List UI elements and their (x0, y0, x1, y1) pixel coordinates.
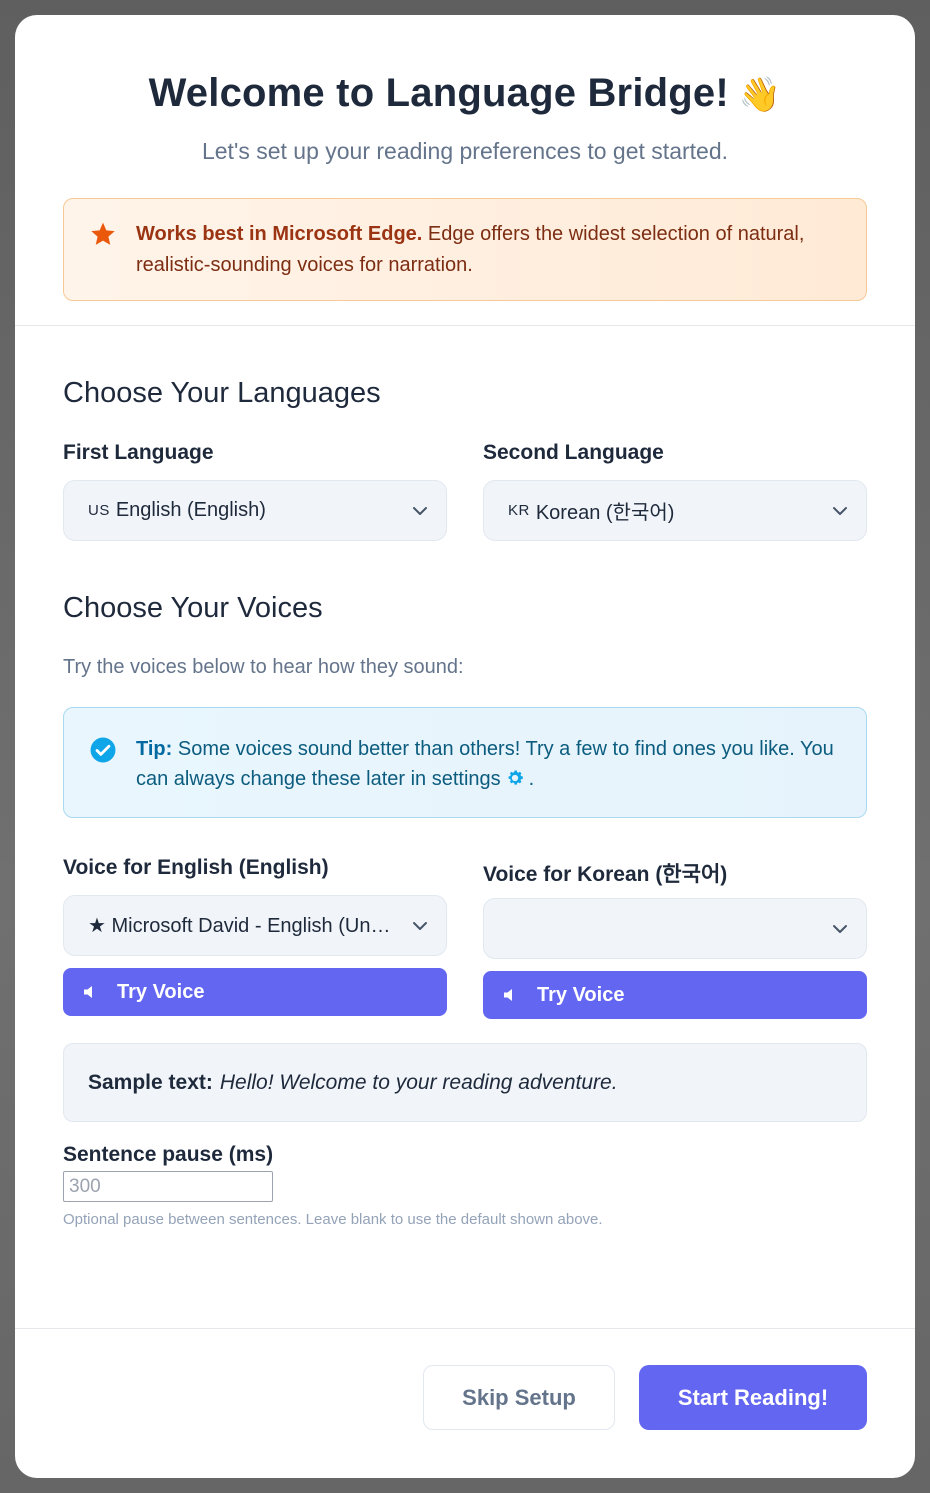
sample-text-value: Hello! Welcome to your reading adventure… (219, 1070, 618, 1094)
first-language-value: English (English) (115, 499, 266, 521)
kr-flag-icon: KR (508, 502, 530, 519)
modal-header: Welcome to Language Bridge! 👋 Let's set u… (15, 15, 915, 326)
sentence-pause-hint: Optional pause between sentences. Leave … (63, 1211, 603, 1228)
tip-box: Tip: Some voices sound better than other… (63, 707, 867, 818)
second-language-select[interactable]: KR Korean (한국어) (483, 480, 867, 541)
tip-bold: Tip: (136, 738, 173, 760)
tip-text: Some voices sound better than others! Tr… (136, 738, 834, 790)
star-icon (91, 222, 115, 245)
page-title: Welcome to Language Bridge! 👋 (15, 71, 915, 116)
us-flag-icon: US (88, 502, 110, 519)
page-subtitle: Let's set up your reading preferences to… (201, 138, 729, 164)
gear-icon[interactable] (505, 768, 525, 788)
try-voice-label: Try Voice (537, 983, 625, 1006)
waving-hand-icon: 👋 (738, 76, 782, 114)
notice-bold: Works best in Microsoft Edge. (136, 223, 423, 245)
first-language-label: First Language (63, 441, 214, 464)
korean-voice-label: Voice for Korean (한국어) (483, 863, 728, 886)
sample-text-box: Sample text: Hello! Welcome to your read… (63, 1043, 867, 1122)
voices-helper-text: Try the voices below to hear how they so… (63, 656, 464, 678)
browser-notice: Works best in Microsoft Edge. Edge offer… (63, 198, 867, 301)
sentence-pause-input[interactable] (63, 1171, 273, 1202)
chevron-down-icon (833, 506, 847, 515)
english-voice-value: ★ Microsoft David - English (United Stat… (88, 915, 394, 937)
sample-text-bold: Sample text: (88, 1070, 213, 1094)
second-language-label: Second Language (483, 441, 664, 464)
chevron-down-icon (413, 921, 427, 930)
sentence-pause-label: Sentence pause (ms) (63, 1143, 274, 1166)
korean-voice-select[interactable] (483, 898, 867, 959)
chevron-down-icon (413, 506, 427, 515)
speaker-icon (84, 986, 92, 998)
english-voice-label: Voice for English (English) (63, 856, 329, 879)
chevron-down-icon (833, 924, 847, 933)
footer-divider (15, 1328, 915, 1329)
speaker-icon (504, 989, 512, 1001)
check-circle-icon (90, 737, 116, 763)
onboarding-modal: Welcome to Language Bridge! 👋 Let's set u… (15, 15, 915, 1478)
tip-text-end: . (528, 768, 535, 790)
first-language-select[interactable]: US English (English) (63, 480, 447, 541)
start-reading-button[interactable]: Start Reading! (639, 1365, 867, 1430)
english-voice-select[interactable]: ★ Microsoft David - English (United Stat… (63, 895, 447, 956)
title-text: Welcome to Language Bridge! (148, 71, 729, 115)
try-korean-voice-button[interactable]: Try Voice (483, 971, 867, 1019)
languages-section-title: Choose Your Languages (63, 377, 381, 409)
try-voice-label: Try Voice (117, 980, 205, 1003)
voices-section-title: Choose Your Voices (63, 592, 323, 624)
skip-setup-button[interactable]: Skip Setup (423, 1365, 615, 1430)
second-language-value: Korean (한국어) (535, 502, 675, 524)
try-english-voice-button[interactable]: Try Voice (63, 968, 447, 1016)
